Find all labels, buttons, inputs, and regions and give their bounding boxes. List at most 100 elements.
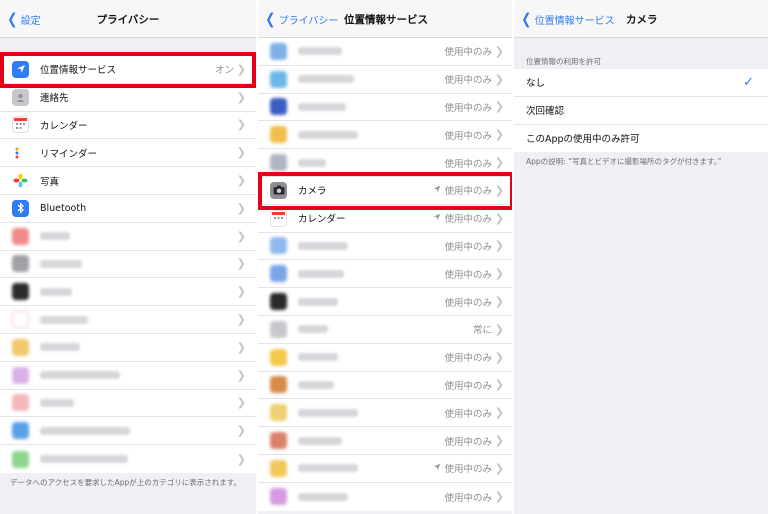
option-while-using[interactable]: このAppの使用中のみ許可 [514, 125, 768, 153]
chevron-right-icon: ❯ [494, 406, 504, 420]
app-icon [270, 432, 287, 450]
row-value: 使用中のみ [444, 72, 492, 86]
reminders-icon [12, 144, 29, 162]
row-value-text: 常に [472, 325, 492, 337]
list-item[interactable]: ❯ [0, 390, 256, 418]
row-bluetooth[interactable]: Bluetooth ❯ [0, 195, 256, 223]
list-item[interactable]: 使用中のみ ❯ [258, 344, 514, 372]
back-button-location[interactable]: ❮ 位置情報サービス [520, 9, 615, 28]
blurred-label [40, 398, 74, 407]
list-item[interactable]: 使用中のみ ❯ [258, 399, 514, 428]
row-contacts[interactable]: 連絡先 ❯ [0, 84, 256, 112]
row-camera[interactable]: カメラ 使用中のみ ❯ [258, 177, 514, 205]
row-value-text: 使用中のみ [444, 464, 492, 476]
chevron-right-icon: ❯ [494, 461, 504, 475]
blurred-label [298, 241, 348, 250]
app-icon [12, 227, 29, 245]
chevron-left-icon: ❮ [521, 9, 532, 28]
app-icon [12, 394, 29, 412]
list-item[interactable]: 使用中のみ ❯ [258, 121, 514, 150]
chevron-right-icon: ❯ [236, 174, 246, 188]
row-value-text: 使用中のみ [444, 130, 492, 142]
row-value: 使用中のみ [444, 378, 492, 392]
list-item[interactable]: ❯ [0, 334, 256, 362]
row-value: 使用中のみ [444, 156, 492, 170]
option-never[interactable]: なし ✓ [514, 69, 768, 97]
list-item[interactable]: 使用中のみ ❯ [258, 260, 514, 289]
row-value-text: 使用中のみ [444, 241, 492, 253]
page-title: カメラ [626, 14, 658, 26]
location-arrow-icon [433, 213, 441, 223]
list-item[interactable]: ❯ [0, 223, 256, 251]
list-item[interactable]: 使用中のみ ❯ [258, 455, 514, 483]
blurred-label [298, 130, 358, 139]
app-icon [270, 265, 287, 283]
blurred-label [40, 315, 88, 324]
row-value: 使用中のみ [444, 44, 492, 58]
list-item[interactable]: 使用中のみ ❯ [258, 483, 514, 511]
app-icon [12, 338, 29, 356]
row-value-text: 使用中のみ [444, 158, 492, 170]
location-services-screen: ❮ プライバシー 位置情報サービス 使用中のみ ❯ 使用中のみ ❯ 使用中のみ ❯ 使用中の… [258, 0, 514, 514]
list-item[interactable]: ❯ [0, 306, 256, 334]
list-item[interactable]: 使用中のみ ❯ [258, 233, 514, 261]
chevron-right-icon: ❯ [236, 229, 246, 243]
row-photos[interactable]: 写真 ❯ [0, 167, 256, 195]
chevron-right-icon: ❯ [494, 72, 504, 86]
row-label: カレンダー [40, 120, 88, 132]
list-item[interactable]: 使用中のみ ❯ [258, 66, 514, 94]
list-item[interactable]: ❯ [0, 417, 256, 446]
app-icon [270, 348, 287, 366]
list-item[interactable]: ❯ [0, 278, 256, 307]
row-calendar[interactable]: カレンダー ❯ [0, 112, 256, 140]
chevron-right-icon: ❯ [494, 156, 504, 170]
blurred-label [298, 464, 358, 473]
list-item[interactable]: ❯ [0, 251, 256, 279]
chevron-right-icon: ❯ [494, 295, 504, 309]
list-item[interactable]: 使用中のみ ❯ [258, 288, 514, 316]
row-value-text: 使用中のみ [444, 214, 492, 226]
app-icon [270, 237, 287, 255]
app-icon [12, 422, 29, 440]
row-location-services[interactable]: 位置情報サービス オン ❯ [0, 56, 256, 84]
chevron-right-icon: ❯ [236, 201, 246, 215]
blurred-label [298, 269, 344, 278]
list-item[interactable]: 使用中のみ ❯ [258, 427, 514, 455]
row-value-text: 使用中のみ [444, 75, 492, 87]
chevron-right-icon: ❯ [236, 62, 246, 76]
list-item[interactable]: 使用中のみ ❯ [258, 372, 514, 400]
chevron-right-icon: ❯ [494, 239, 504, 253]
row-reminders[interactable]: リマインダー ❯ [0, 139, 256, 168]
back-button-privacy[interactable]: ❮ プライバシー [264, 10, 338, 28]
app-icon [270, 459, 287, 477]
list-item[interactable]: 使用中のみ ❯ [258, 149, 514, 177]
chevron-right-icon: ❯ [494, 267, 504, 281]
row-calendar[interactable]: カレンダー 使用中のみ ❯ [258, 205, 514, 233]
contacts-icon [12, 88, 29, 106]
location-app-list: 使用中のみ ❯ 使用中のみ ❯ 使用中のみ ❯ 使用中のみ ❯ 使用中のみ ❯ カメラ 使用中のみ ❯ カ… [258, 38, 514, 511]
row-value: 使用中のみ [433, 183, 492, 197]
row-label: カメラ [298, 186, 327, 198]
app-icon [270, 488, 287, 506]
row-value: 使用中のみ [433, 211, 492, 225]
location-arrow-icon [433, 463, 441, 473]
blurred-label [40, 455, 128, 464]
chevron-right-icon: ❯ [236, 396, 246, 410]
list-item[interactable]: ❯ [0, 445, 256, 473]
app-icon [12, 255, 29, 273]
chevron-right-icon: ❯ [236, 146, 246, 160]
blurred-label [298, 75, 354, 84]
row-label: Bluetooth [40, 202, 87, 214]
row-label: 連絡先 [40, 93, 69, 105]
blurred-label [40, 232, 70, 241]
app-icon [270, 376, 287, 394]
chevron-right-icon: ❯ [494, 434, 504, 448]
back-label: 位置情報サービス [534, 15, 615, 27]
list-item[interactable]: 使用中のみ ❯ [258, 94, 514, 122]
list-item[interactable]: ❯ [0, 362, 256, 390]
camera-navbar: ❮ 位置情報サービス カメラ [514, 0, 768, 38]
list-item[interactable]: 使用中のみ ❯ [258, 38, 514, 66]
option-ask-next-time[interactable]: 次回確認 [514, 97, 768, 125]
list-item[interactable]: 常に ❯ [258, 316, 514, 344]
location-arrow-icon [433, 185, 441, 195]
